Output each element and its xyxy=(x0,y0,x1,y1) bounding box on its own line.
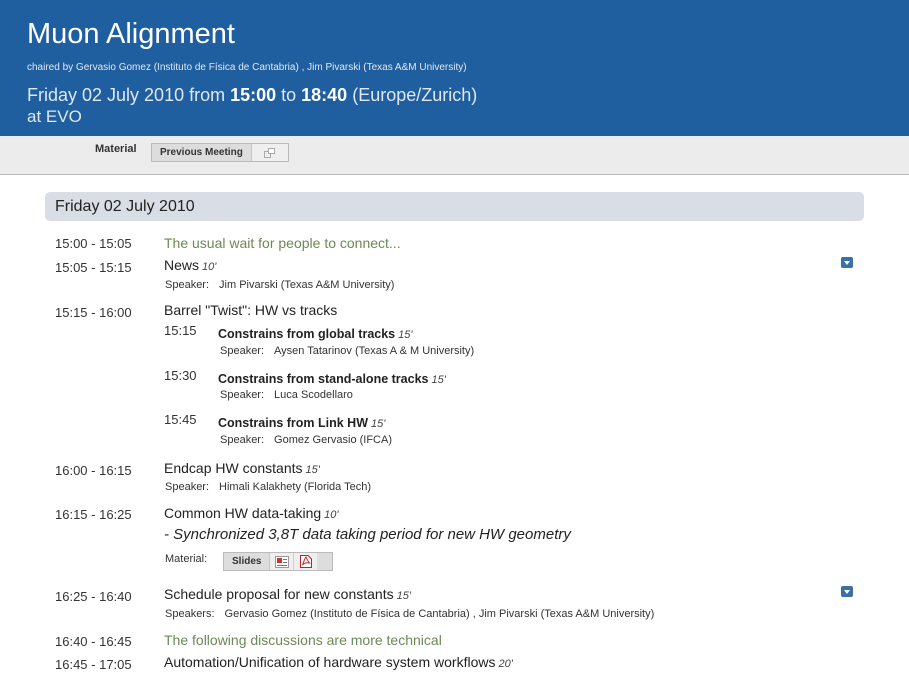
slides-button[interactable]: Slides xyxy=(223,552,333,571)
contribution-duration: 15' xyxy=(305,464,320,476)
item-time: 16:00 - 16:15 xyxy=(55,463,132,478)
contribution-duration: 15' xyxy=(396,590,411,602)
speaker-name[interactable]: Luca Scodellaro xyxy=(274,389,353,401)
speaker-line: Speakers: Gervasio Gomez (Instituto de Fí… xyxy=(165,608,655,620)
item-time: 15:05 - 15:15 xyxy=(55,260,132,275)
item-time: 16:25 - 16:40 xyxy=(55,589,132,604)
contribution-duration: 15' xyxy=(431,374,446,386)
contribution-schedule[interactable]: Schedule proposal for new constants 15' xyxy=(164,586,411,604)
speaker-line: Speaker: Himali Kalakhety (Florida Tech) xyxy=(165,481,372,493)
break-title: The usual wait for people to connect... xyxy=(164,235,401,251)
material-bar xyxy=(0,136,909,175)
event-location: at EVO xyxy=(27,107,82,126)
event-datetime: Friday 02 July 2010 from 15:00 to 18:40 … xyxy=(27,85,478,105)
contribution-duration: 10' xyxy=(324,509,339,521)
contribution-automation[interactable]: Automation/Unification of hardware syste… xyxy=(164,654,513,672)
event-chairs: chaired by Gervasio Gomez (Instituto de … xyxy=(27,62,467,73)
event-start-time: 15:00 xyxy=(230,85,277,105)
speaker-line: Speaker: Gomez Gervasio (IFCA) xyxy=(220,434,392,446)
contribution-title[interactable]: News xyxy=(164,257,199,273)
speaker-line: Speaker: Jim Pivarski (Texas A&M Universi… xyxy=(165,279,395,291)
contribution-news[interactable]: News 10' xyxy=(164,257,216,275)
speaker-line: Speaker: Luca Scodellaro xyxy=(220,389,353,401)
contribution-duration: 15' xyxy=(398,329,413,341)
contribution-duration: 10' xyxy=(202,261,217,273)
previous-meeting-label[interactable]: Previous Meeting xyxy=(152,144,252,161)
item-time: 16:45 - 17:05 xyxy=(55,657,132,672)
material-label: Material xyxy=(95,143,137,155)
break-title: The following discussions are more techn… xyxy=(164,632,442,648)
session-title[interactable]: Barrel "Twist": HW vs tracks xyxy=(164,302,337,318)
speaker-line: Speaker: Aysen Tatarinov (Texas A & M Uni… xyxy=(220,345,475,357)
event-timezone: (Europe/Zurich) xyxy=(347,85,478,105)
contribution-endcap[interactable]: Endcap HW constants 15' xyxy=(164,460,320,478)
previous-meeting-button[interactable]: Previous Meeting xyxy=(151,143,289,162)
subcontribution[interactable]: Constrains from stand-alone tracks 15' xyxy=(218,370,446,388)
sub-time: 15:30 xyxy=(164,368,197,383)
speaker-name[interactable]: Aysen Tatarinov (Texas A & M University) xyxy=(274,345,474,357)
subcontribution[interactable]: Constrains from global tracks 15' xyxy=(218,325,412,343)
contribution-duration: 20' xyxy=(498,658,513,670)
speaker-name[interactable]: Gervasio Gomez (Instituto de Física de C… xyxy=(225,608,655,620)
contribution-title[interactable]: Automation/Unification of hardware syste… xyxy=(164,654,495,670)
dropdown-arrow-icon[interactable] xyxy=(841,257,853,268)
item-time: 15:15 - 16:00 xyxy=(55,305,132,320)
event-end-time: 18:40 xyxy=(301,85,348,105)
item-time: 16:15 - 16:25 xyxy=(55,507,132,522)
pdf-file-icon[interactable] xyxy=(294,553,318,570)
event-header: Muon Alignment chaired by Gervasio Gomez… xyxy=(0,0,909,136)
dropdown-arrow-icon[interactable] xyxy=(841,586,853,597)
material-key: Material: xyxy=(165,553,208,565)
contribution-description: - Synchronized 3,8T data taking period f… xyxy=(164,526,571,543)
day-header: Friday 02 July 2010 xyxy=(45,192,864,221)
contribution-duration: 15' xyxy=(371,418,386,430)
speaker-name[interactable]: Gomez Gervasio (IFCA) xyxy=(274,434,392,446)
sub-time: 15:15 xyxy=(164,323,197,338)
subcontribution[interactable]: Constrains from Link HW 15' xyxy=(218,414,385,432)
slides-label[interactable]: Slides xyxy=(224,553,271,570)
speaker-name[interactable]: Jim Pivarski (Texas A&M University) xyxy=(219,279,394,291)
presentation-file-icon[interactable] xyxy=(270,553,295,570)
contribution-title[interactable]: Endcap HW constants xyxy=(164,460,303,476)
subcontribution-title[interactable]: Constrains from stand-alone tracks xyxy=(218,372,428,386)
external-link-icon[interactable] xyxy=(251,144,288,161)
subcontribution-title[interactable]: Constrains from global tracks xyxy=(218,327,395,341)
contribution-title[interactable]: Common HW data-taking xyxy=(164,505,321,521)
event-title: Muon Alignment xyxy=(27,18,235,50)
sub-time: 15:45 xyxy=(164,412,197,427)
speaker-name[interactable]: Himali Kalakhety (Florida Tech) xyxy=(219,481,371,493)
item-time: 15:00 - 15:05 xyxy=(55,236,132,251)
contribution-title[interactable]: Schedule proposal for new constants xyxy=(164,586,394,602)
day-header-label: Friday 02 July 2010 xyxy=(55,198,195,215)
subcontribution-title[interactable]: Constrains from Link HW xyxy=(218,416,368,430)
contribution-common-hw[interactable]: Common HW data-taking 10' xyxy=(164,505,339,523)
item-time: 16:40 - 16:45 xyxy=(55,634,132,649)
